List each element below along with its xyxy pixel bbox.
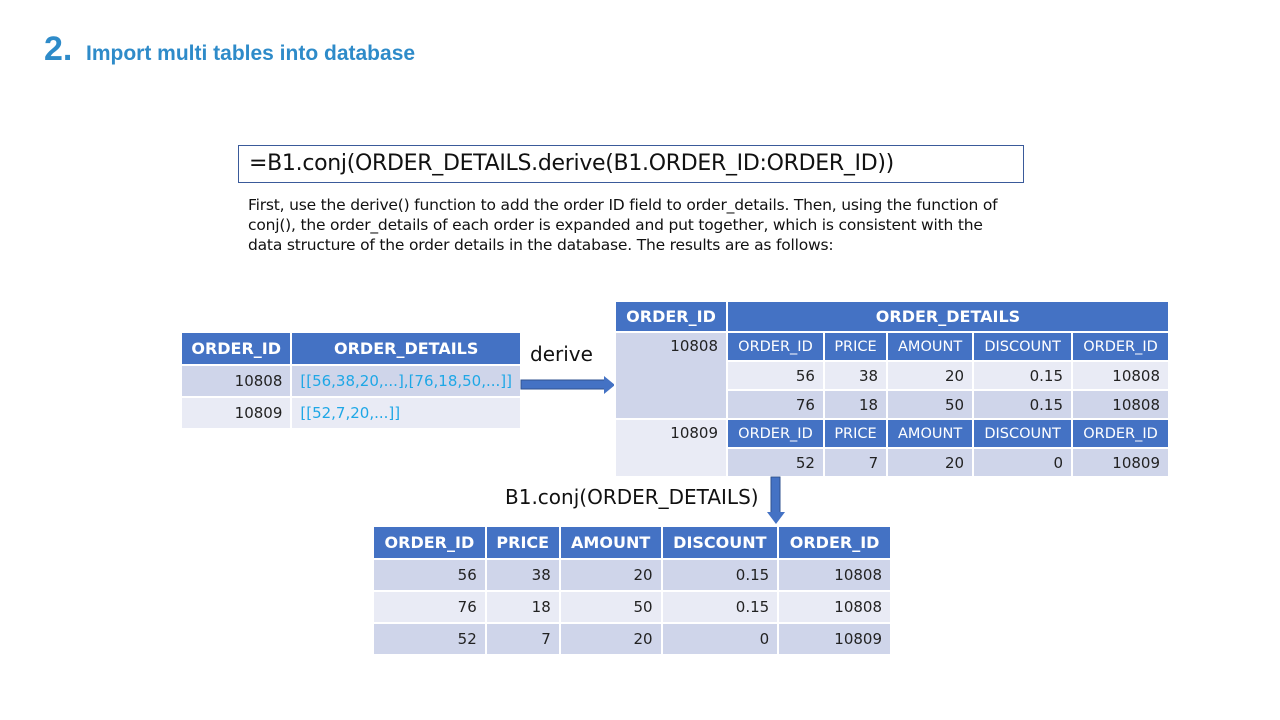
sub-header: PRICE [822,331,889,362]
cell: 18 [822,389,889,420]
sub-header: ORDER_ID [1071,418,1170,449]
sub-header: DISCOUNT [972,418,1074,449]
cell: 38 [484,558,561,592]
cell: 10809 [179,396,293,430]
cell: 50 [558,590,663,624]
col-header: ORDER_ID [179,331,293,366]
cell: 18 [484,590,561,624]
sub-header: ORDER_ID [1071,331,1170,362]
sub-header: AMOUNT [886,331,975,362]
cell: 76 [726,389,825,420]
cell: 76 [372,590,487,624]
col-header: ORDER_DETAILS [290,331,522,366]
cell: 0.15 [660,590,780,624]
cell: 0.15 [972,389,1074,420]
cell: 20 [558,622,663,656]
col-header: ORDER_ID [372,525,487,560]
col-header: DISCOUNT [660,525,780,560]
group-order-id: 10809 [614,418,728,478]
cell: 0.15 [972,360,1074,391]
cell: 7 [484,622,561,656]
derive-label: derive [530,342,593,366]
cell: 52 [726,447,825,478]
col-header: PRICE [484,525,561,560]
group-order-id: 10808 [614,331,728,420]
description: First, use the derive() function to add … [248,196,998,254]
cell: 10808 [777,558,892,592]
cell: 56 [372,558,487,592]
source-table: ORDER_ID ORDER_DETAILS 10808 [[56,38,20,..… [179,331,522,430]
derived-table: ORDER_ID ORDER_DETAILS 10808 ORDER_ID PRIC… [614,300,1170,478]
col-header: ORDER_DETAILS [726,300,1170,333]
cell: 50 [886,389,975,420]
cell: 10808 [179,364,293,398]
page-title: Import multi tables into database [86,42,416,65]
sub-header: DISCOUNT [972,331,1074,362]
down-arrow-icon [767,476,785,524]
cell: 10808 [1071,389,1170,420]
sub-header: ORDER_ID [726,331,825,362]
cell: 10808 [777,590,892,624]
cell: 0 [660,622,780,656]
cell: 56 [726,360,825,391]
sub-header: ORDER_ID [726,418,825,449]
formula-box: =B1.conj(ORDER_DETAILS.derive(B1.ORDER_I… [238,145,1024,183]
cell: 0.15 [660,558,780,592]
sub-header: PRICE [822,418,889,449]
cell: 10808 [1071,360,1170,391]
details-link[interactable]: [[56,38,20,...],[76,18,50,...]] [290,364,522,398]
cell: 0 [972,447,1074,478]
col-header: AMOUNT [558,525,663,560]
details-link[interactable]: [[52,7,20,...]] [290,396,522,430]
cell: 7 [822,447,889,478]
cell: 52 [372,622,487,656]
sub-header: AMOUNT [886,418,975,449]
cell: 20 [886,447,975,478]
result-table: ORDER_ID PRICE AMOUNT DISCOUNT ORDER_ID 56 38… [372,525,892,656]
right-arrow-icon [520,376,615,394]
cell: 10809 [1071,447,1170,478]
cell: 10809 [777,622,892,656]
cell: 20 [886,360,975,391]
conj-label: B1.conj(ORDER_DETAILS) [505,485,759,509]
section-number: 2. [44,30,73,68]
col-header: ORDER_ID [777,525,892,560]
col-header: ORDER_ID [614,300,728,333]
cell: 38 [822,360,889,391]
cell: 20 [558,558,663,592]
